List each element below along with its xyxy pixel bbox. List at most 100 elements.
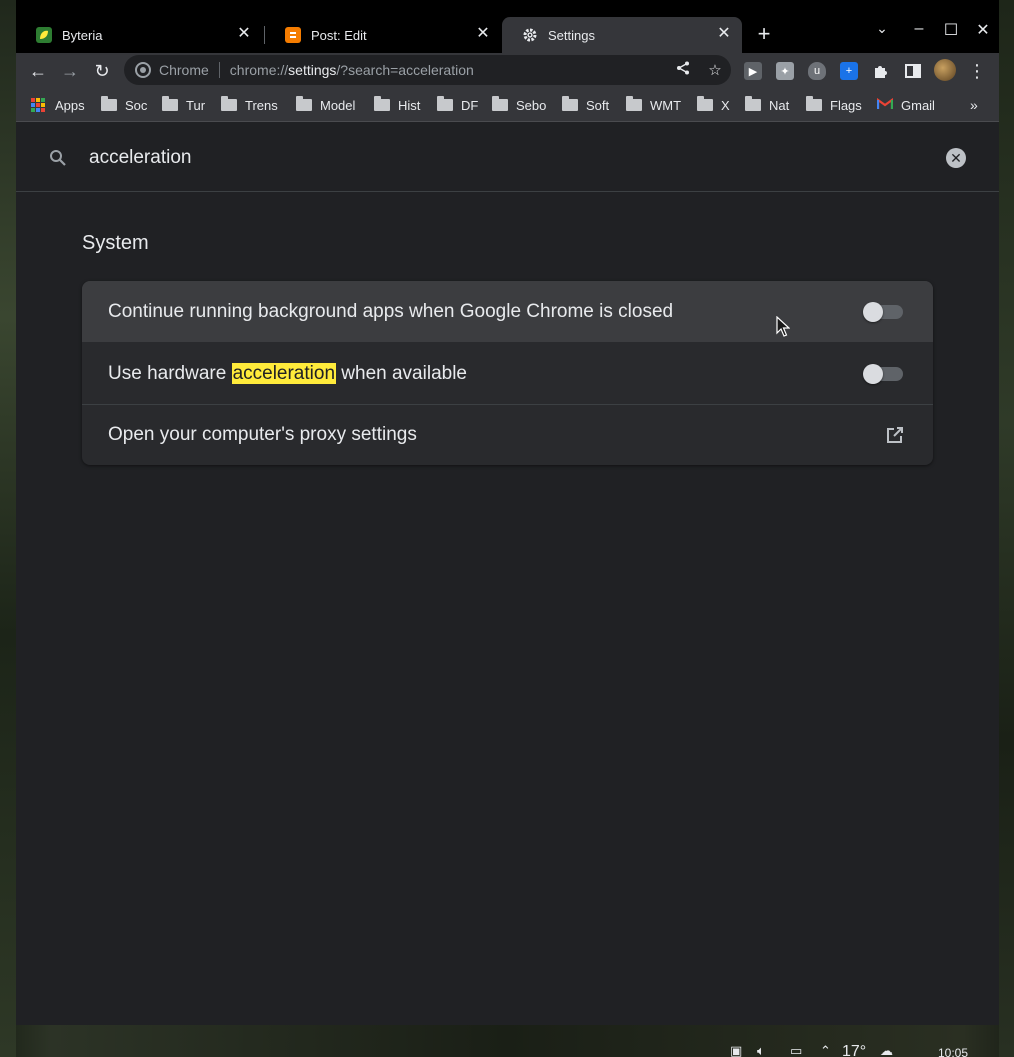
label-suffix: when available [336,362,467,384]
bookmark-label: Apps [55,97,85,113]
tab-settings[interactable]: Settings ✕ [502,17,742,53]
bookmark-label: Nat [769,97,790,113]
bookmark-label: WMT [650,97,682,113]
network-icon[interactable]: ▣ [730,1043,742,1057]
bookmark-folder-df[interactable]: DF [437,96,479,113]
cloud-icon: ☁ [880,1043,893,1057]
bookmark-folder-nat[interactable]: Nat [745,96,790,113]
browser-window: Byteria ✕ Post: Edit ✕ Settings ✕ + ⌄ – … [16,0,999,1025]
bookmark-folder-x[interactable]: X [697,96,730,113]
bookmark-label: X [721,97,730,113]
search-icon [49,149,67,167]
tab-strip: Byteria ✕ Post: Edit ✕ Settings ✕ + ⌄ – … [16,0,999,53]
section-title: System [82,232,149,254]
display-icon[interactable]: ▭ [790,1043,802,1057]
bookmark-label: Soc [125,97,148,113]
tray-chevron-icon[interactable]: ⌃ [820,1043,831,1057]
bookmark-apps[interactable]: Apps [31,97,85,113]
blogger-favicon-icon [285,27,301,43]
extension-plus-icon[interactable]: + [840,62,858,80]
tab-title: Byteria [62,27,103,43]
bookmark-folder-tur[interactable]: Tur [162,96,206,113]
setting-row-proxy[interactable]: Open your computer's proxy settings [82,405,933,465]
bookmark-gmail[interactable]: Gmail [876,97,935,113]
tab-post-edit[interactable]: Post: Edit ✕ [265,17,501,53]
weather-temperature[interactable]: 17° [842,1043,866,1057]
hardware-acceleration-toggle[interactable] [863,363,903,384]
bookmark-label: Flags [830,97,862,113]
bookmark-label: Gmail [901,97,935,113]
url-host: settings [288,62,337,78]
maximize-icon[interactable]: ☐ [941,20,961,40]
folder-icon [626,96,642,111]
more-bookmarks-chevron-icon[interactable]: » [970,97,978,113]
bookmark-folder-sebo[interactable]: Sebo [492,96,547,113]
bookmark-folder-wmt[interactable]: WMT [626,96,682,113]
bookmark-label: Tur [186,97,206,113]
setting-row-hardware-acceleration[interactable]: Use hardware acceleration when available [82,343,933,404]
tab-search-chevron-icon[interactable]: ⌄ [872,20,892,37]
gear-icon [522,27,538,43]
background-apps-toggle[interactable] [863,301,903,322]
folder-icon [296,96,312,111]
tab-byteria[interactable]: Byteria ✕ [16,17,262,53]
close-tab-icon[interactable]: ✕ [236,26,252,42]
new-tab-plus-icon[interactable]: + [754,23,774,45]
ublock-shield-icon[interactable]: u [808,62,826,80]
bookmark-folder-trens[interactable]: Trens [221,96,278,113]
folder-icon [374,96,390,111]
menu-kebab-icon[interactable]: ⋮ [967,61,987,81]
extension-play-icon[interactable]: ▶ [744,62,762,80]
bookmark-label: DF [461,97,479,113]
bookmark-star-icon[interactable]: ☆ [699,61,731,79]
bookmark-label: Sebo [516,97,547,113]
reload-icon[interactable]: ↻ [92,61,112,81]
clock-time[interactable]: 10:05 [938,1046,968,1057]
toolbar: ← → ↻ Chrome chrome://settings/?search=a… [16,53,999,89]
bookmark-folder-soc[interactable]: Soc [101,96,148,113]
back-arrow-icon[interactable]: ← [28,61,48,81]
setting-label: Open your computer's proxy settings [108,424,417,445]
folder-icon [221,96,237,111]
settings-search-input[interactable]: acceleration [89,147,191,169]
desktop-background-right [999,0,1014,1057]
omnibox-divider [218,62,220,78]
settings-search-bar: acceleration ✕ [16,123,999,192]
settings-card: Continue running background apps when Go… [82,281,933,465]
mouse-cursor-icon [776,316,790,337]
chrome-logo-icon [135,62,151,78]
profile-avatar[interactable] [934,59,956,81]
desktop-background-left [0,0,16,1057]
extension-map-icon[interactable]: ✦ [776,62,794,80]
close-window-icon[interactable]: ✕ [973,20,993,40]
folder-icon [697,96,713,111]
search-highlight: acceleration [231,362,337,384]
volume-icon[interactable]: 🔈︎ [757,1043,765,1057]
open-external-link-icon[interactable] [885,425,905,445]
folder-icon [562,96,578,111]
close-tab-icon[interactable]: ✕ [716,26,732,42]
bookmark-folder-hist[interactable]: Hist [374,96,420,113]
url-path: /?search=acceleration [336,62,474,78]
url-text[interactable]: chrome://settings/?search=acceleration [230,62,474,78]
tab-title: Post: Edit [311,27,367,43]
url-scheme: chrome:// [229,62,289,78]
address-bar[interactable]: Chrome chrome://settings/?search=acceler… [124,55,731,85]
bookmark-label: Soft [586,97,610,113]
side-panel-icon[interactable] [904,62,922,80]
setting-label: Continue running background apps when Go… [108,300,674,322]
bookmark-folder-flags[interactable]: Flags [806,96,862,113]
folder-icon [437,96,453,111]
puzzle-piece-icon[interactable] [872,62,890,80]
clear-search-icon[interactable]: ✕ [946,148,966,168]
close-tab-icon[interactable]: ✕ [475,26,491,42]
forward-arrow-icon[interactable]: → [60,61,80,81]
minimize-icon[interactable]: – [909,20,929,38]
apps-grid-icon [31,98,45,112]
bookmark-folder-soft[interactable]: Soft [562,96,610,113]
bookmark-folder-model[interactable]: Model [296,96,355,113]
folder-icon [162,96,178,111]
share-icon[interactable] [667,61,699,79]
setting-row-background-apps[interactable]: Continue running background apps when Go… [82,281,933,342]
omnibox-actions: ☆ [667,55,731,85]
